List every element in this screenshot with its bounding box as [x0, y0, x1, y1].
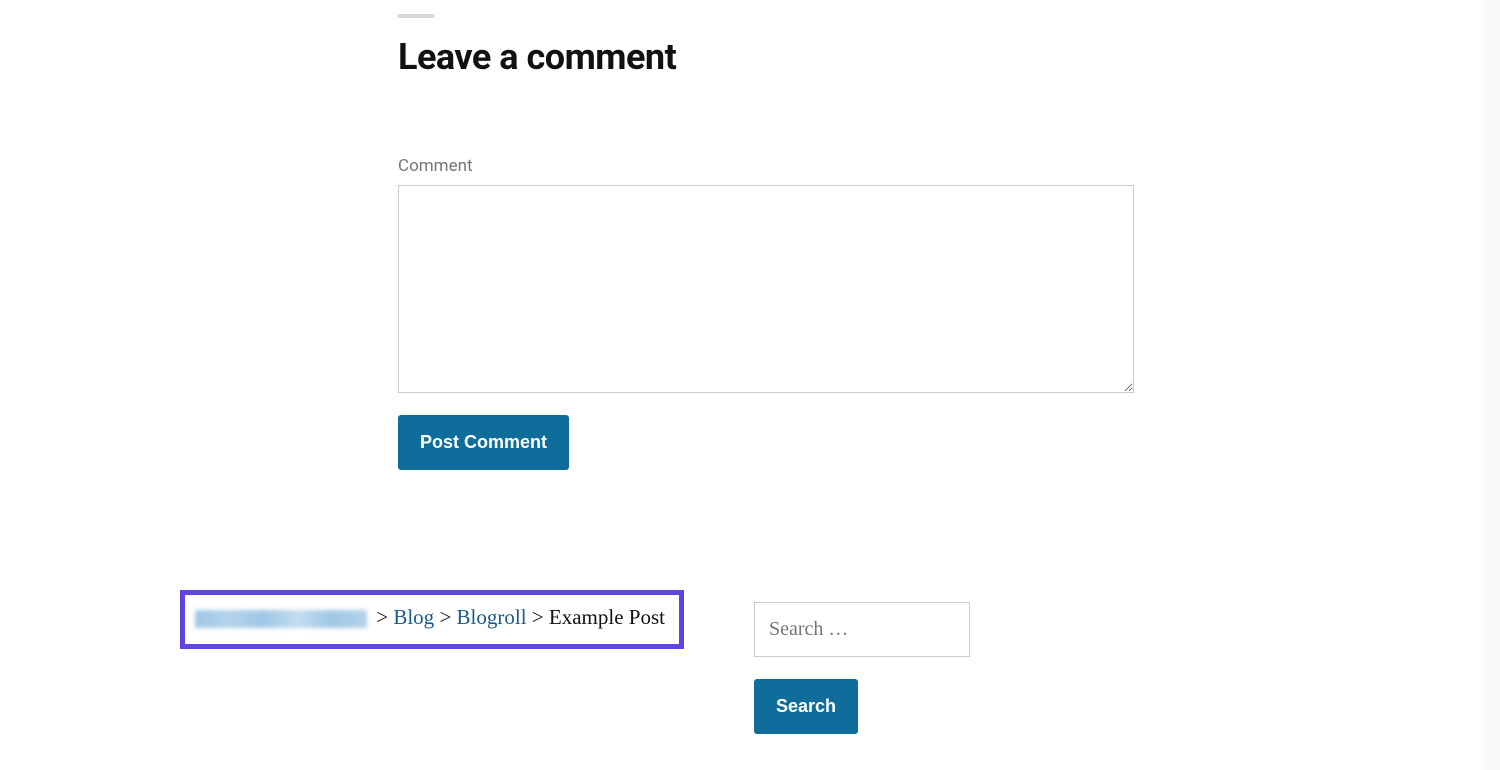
divider: [398, 14, 434, 18]
comment-heading: Leave a comment: [398, 36, 1136, 78]
breadcrumb-home-blurred[interactable]: [195, 610, 367, 628]
breadcrumb-current: Example Post: [549, 605, 665, 629]
breadcrumb-separator: >: [376, 605, 393, 629]
breadcrumb-separator: >: [532, 605, 549, 629]
breadcrumb-separator: >: [439, 605, 456, 629]
breadcrumb: > Blog > Blogroll > Example Post: [180, 590, 684, 649]
comment-section: Leave a comment Comment Post Comment: [398, 0, 1136, 470]
breadcrumb-link-blog[interactable]: Blog: [393, 605, 434, 629]
search-button[interactable]: Search: [754, 679, 858, 734]
footer-widgets: > Blog > Blogroll > Example Post Search: [180, 590, 970, 734]
comment-textarea[interactable]: [398, 185, 1134, 393]
post-comment-button[interactable]: Post Comment: [398, 415, 569, 470]
search-input[interactable]: [754, 602, 970, 657]
scrollbar[interactable]: [1484, 0, 1500, 770]
comment-label: Comment: [398, 156, 1136, 176]
breadcrumb-link-blogroll[interactable]: Blogroll: [457, 605, 527, 629]
search-widget: Search: [754, 602, 970, 734]
